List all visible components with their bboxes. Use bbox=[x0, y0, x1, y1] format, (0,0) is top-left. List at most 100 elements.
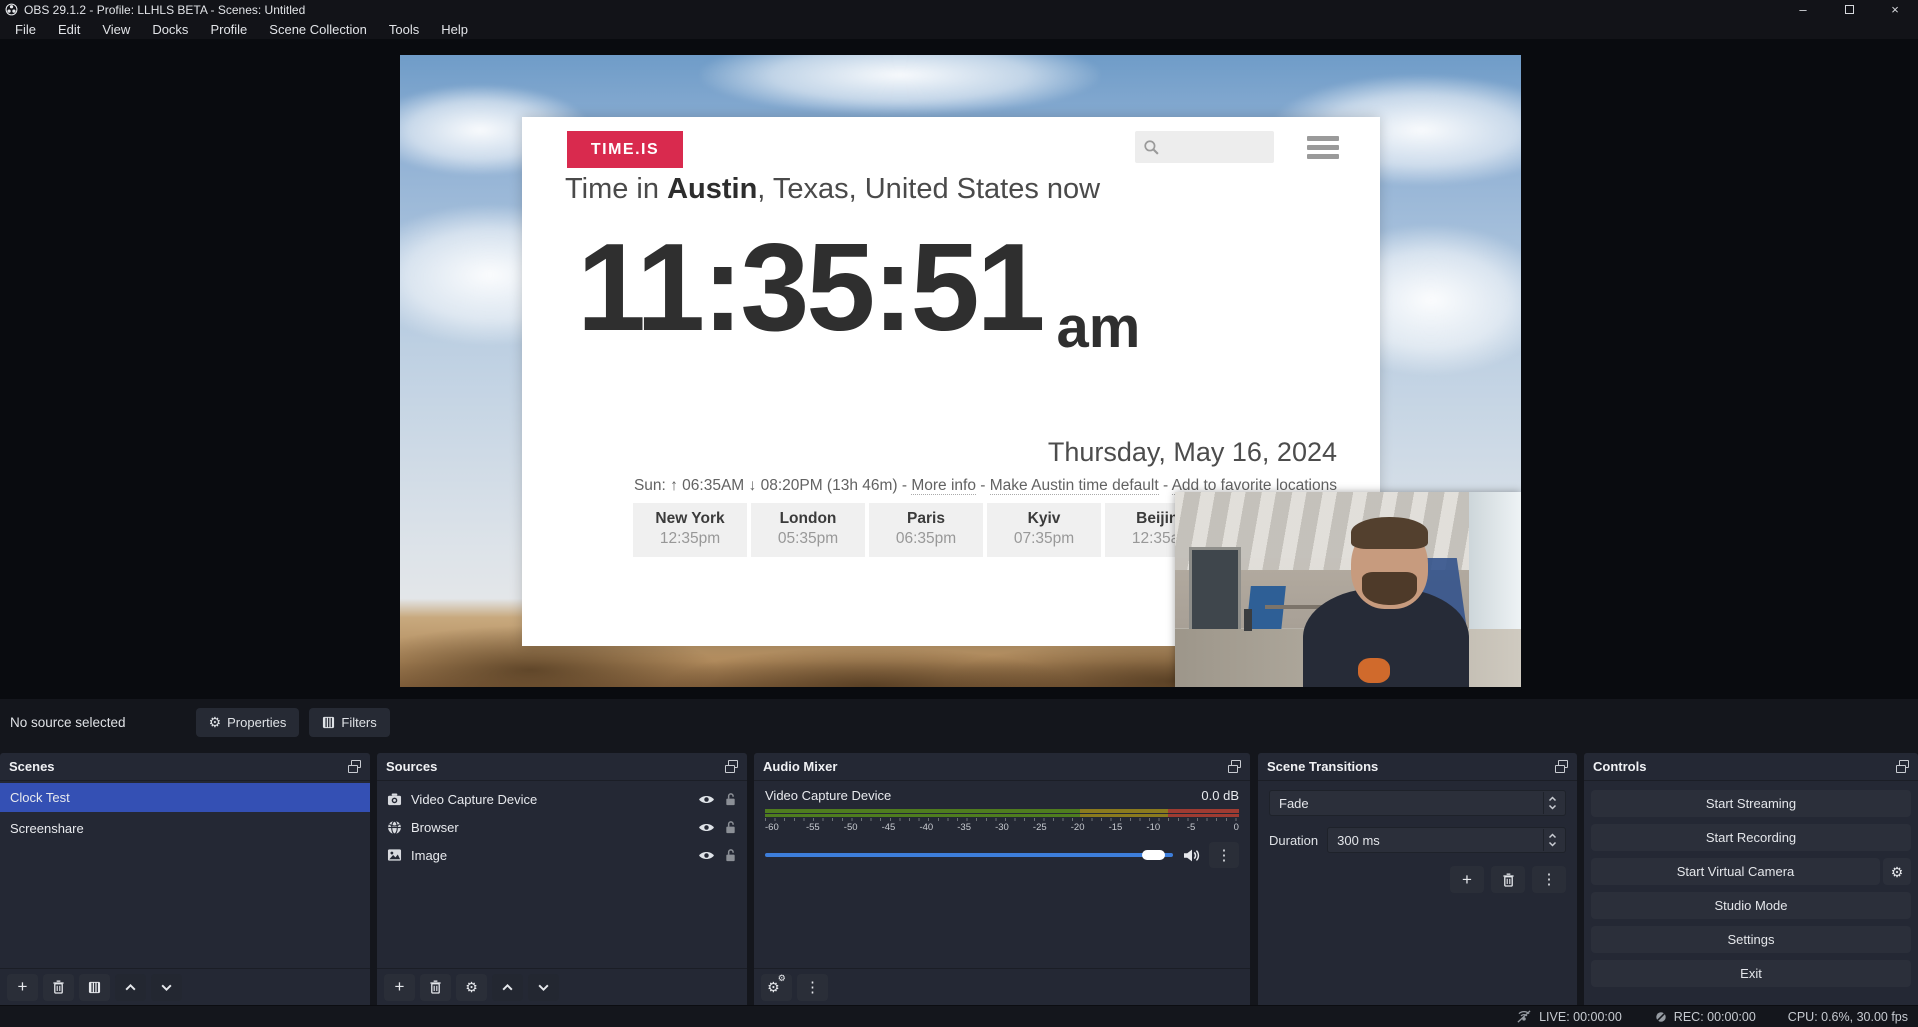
studio-mode-button[interactable]: Studio Mode bbox=[1591, 892, 1911, 919]
eye-visible-icon[interactable] bbox=[698, 821, 715, 834]
move-scene-up-button[interactable] bbox=[115, 974, 146, 1001]
make-default-link[interactable]: Make Austin time default bbox=[990, 477, 1159, 495]
menu-edit[interactable]: Edit bbox=[47, 21, 91, 38]
unlock-icon[interactable] bbox=[724, 792, 737, 807]
menu-scene-collection[interactable]: Scene Collection bbox=[258, 21, 378, 38]
volume-slider-handle[interactable] bbox=[1142, 850, 1165, 860]
meter-tick-marks bbox=[765, 818, 1239, 821]
scene-transitions-dock: Scene Transitions Fade Duration 300 ms bbox=[1258, 753, 1577, 1005]
menu-docks[interactable]: Docks bbox=[141, 21, 199, 38]
menu-file[interactable]: File bbox=[4, 21, 47, 38]
unlock-icon[interactable] bbox=[724, 848, 737, 863]
controls-dock: Controls Start Streaming Start Recording… bbox=[1584, 753, 1918, 1005]
source-toolbar: No source selected ⚙ Properties Filters bbox=[0, 699, 1918, 745]
live-status: LIVE: 00:00:00 bbox=[1515, 1009, 1622, 1024]
chevron-up-icon bbox=[501, 983, 514, 992]
audio-mixer-dock: Audio Mixer Video Capture Device 0.0 dB … bbox=[754, 753, 1250, 1005]
add-scene-button[interactable]: + bbox=[7, 974, 38, 1001]
popout-icon[interactable] bbox=[1896, 760, 1909, 773]
city-tile[interactable]: Paris06:35pm bbox=[869, 503, 983, 557]
popout-icon[interactable] bbox=[348, 760, 361, 773]
restore-button[interactable] bbox=[1826, 0, 1872, 19]
unlock-icon[interactable] bbox=[724, 820, 737, 835]
start-streaming-button[interactable]: Start Streaming bbox=[1591, 790, 1911, 817]
eye-visible-icon[interactable] bbox=[698, 793, 715, 806]
duration-label: Duration bbox=[1269, 833, 1318, 848]
filters-icon bbox=[88, 981, 101, 994]
minimize-button[interactable]: – bbox=[1780, 0, 1826, 19]
scene-transitions-dock-title: Scene Transitions bbox=[1267, 759, 1378, 774]
remove-transition-button[interactable] bbox=[1491, 866, 1525, 893]
combo-arrows-icon bbox=[1543, 792, 1561, 814]
exit-button[interactable]: Exit bbox=[1591, 960, 1911, 987]
source-item-video-capture[interactable]: Video Capture Device bbox=[377, 785, 747, 813]
sources-dock: Sources Video Capture Device Browser Ima… bbox=[377, 753, 747, 1005]
mixer-db-value: 0.0 dB bbox=[1201, 788, 1239, 803]
filters-button[interactable]: Filters bbox=[309, 708, 389, 737]
properties-button[interactable]: ⚙ Properties bbox=[196, 708, 300, 737]
remove-scene-button[interactable] bbox=[43, 974, 74, 1001]
mixer-menu-button[interactable]: ⋮ bbox=[797, 974, 828, 1001]
menu-view[interactable]: View bbox=[91, 21, 141, 38]
move-source-down-button[interactable] bbox=[528, 974, 559, 1001]
menu-help[interactable]: Help bbox=[430, 21, 479, 38]
move-source-up-button[interactable] bbox=[492, 974, 523, 1001]
city-tile[interactable]: New York12:35pm bbox=[633, 503, 747, 557]
timeis-search-input[interactable] bbox=[1135, 131, 1274, 163]
transition-select[interactable]: Fade bbox=[1269, 790, 1566, 816]
gear-icon: ⚙ bbox=[1891, 865, 1904, 879]
city-tile[interactable]: London05:35pm bbox=[751, 503, 865, 557]
scenes-dock-title: Scenes bbox=[9, 759, 55, 774]
volume-slider[interactable] bbox=[765, 853, 1173, 857]
kebab-menu-icon: ⋮ bbox=[1542, 872, 1557, 887]
kebab-menu-icon: ⋮ bbox=[805, 980, 820, 995]
image-icon bbox=[387, 848, 402, 862]
more-info-link[interactable]: More info bbox=[911, 477, 976, 495]
current-date: Thursday, May 16, 2024 bbox=[1048, 437, 1337, 468]
add-transition-button[interactable]: + bbox=[1450, 866, 1484, 893]
popout-icon[interactable] bbox=[725, 760, 738, 773]
title-bar: OBS 29.1.2 - Profile: LLHLS BETA - Scene… bbox=[0, 0, 1918, 19]
eye-visible-icon[interactable] bbox=[698, 849, 715, 862]
scene-filters-button[interactable] bbox=[79, 974, 110, 1001]
spinner-arrows-icon[interactable] bbox=[1543, 829, 1561, 851]
remove-source-button[interactable] bbox=[420, 974, 451, 1001]
search-icon bbox=[1143, 139, 1160, 156]
start-recording-button[interactable]: Start Recording bbox=[1591, 824, 1911, 851]
virtual-camera-config-button[interactable]: ⚙ bbox=[1883, 858, 1911, 885]
duration-input[interactable]: 300 ms bbox=[1327, 827, 1566, 853]
menu-tools[interactable]: Tools bbox=[378, 21, 430, 38]
settings-button[interactable]: Settings bbox=[1591, 926, 1911, 953]
source-item-image[interactable]: Image bbox=[377, 841, 747, 869]
audio-mixer-dock-title: Audio Mixer bbox=[763, 759, 837, 774]
speaker-icon[interactable] bbox=[1182, 848, 1200, 863]
source-properties-button[interactable]: ⚙ bbox=[456, 974, 487, 1001]
timeis-headline: Time in Austin, Texas, United States now bbox=[565, 173, 1100, 206]
advanced-audio-properties-button[interactable]: ⚙⚙ bbox=[761, 974, 792, 1001]
no-source-selected-label: No source selected bbox=[10, 715, 126, 730]
add-source-button[interactable]: + bbox=[384, 974, 415, 1001]
gear-icon: ⚙ bbox=[209, 715, 222, 729]
start-virtual-camera-button[interactable]: Start Virtual Camera bbox=[1591, 858, 1880, 885]
preview-area[interactable]: TIME.IS Time in Austin, Texas, United St… bbox=[0, 39, 1918, 699]
popout-icon[interactable] bbox=[1555, 760, 1568, 773]
stream-inactive-icon bbox=[1515, 1009, 1533, 1024]
cpu-fps-status: CPU: 0.6%, 30.00 fps bbox=[1788, 1010, 1908, 1024]
move-scene-down-button[interactable] bbox=[151, 974, 182, 1001]
plus-icon: + bbox=[18, 977, 28, 997]
source-item-browser[interactable]: Browser bbox=[377, 813, 747, 841]
transition-properties-button[interactable]: ⋮ bbox=[1532, 866, 1566, 893]
popout-icon[interactable] bbox=[1228, 760, 1241, 773]
mixer-channel-menu-button[interactable]: ⋮ bbox=[1209, 842, 1239, 868]
city-tile[interactable]: Kyiv07:35pm bbox=[987, 503, 1101, 557]
program-canvas[interactable]: TIME.IS Time in Austin, Texas, United St… bbox=[400, 55, 1521, 687]
timeis-logo[interactable]: TIME.IS bbox=[567, 131, 683, 168]
close-button[interactable]: × bbox=[1872, 0, 1918, 19]
scene-item-clock-test[interactable]: Clock Test bbox=[0, 783, 370, 812]
sources-dock-title: Sources bbox=[386, 759, 437, 774]
menu-profile[interactable]: Profile bbox=[199, 21, 258, 38]
scene-item-screenshare[interactable]: Screenshare bbox=[0, 814, 370, 843]
trash-icon bbox=[429, 980, 442, 994]
close-icon: × bbox=[1891, 2, 1899, 17]
hamburger-menu-icon[interactable] bbox=[1307, 136, 1339, 159]
